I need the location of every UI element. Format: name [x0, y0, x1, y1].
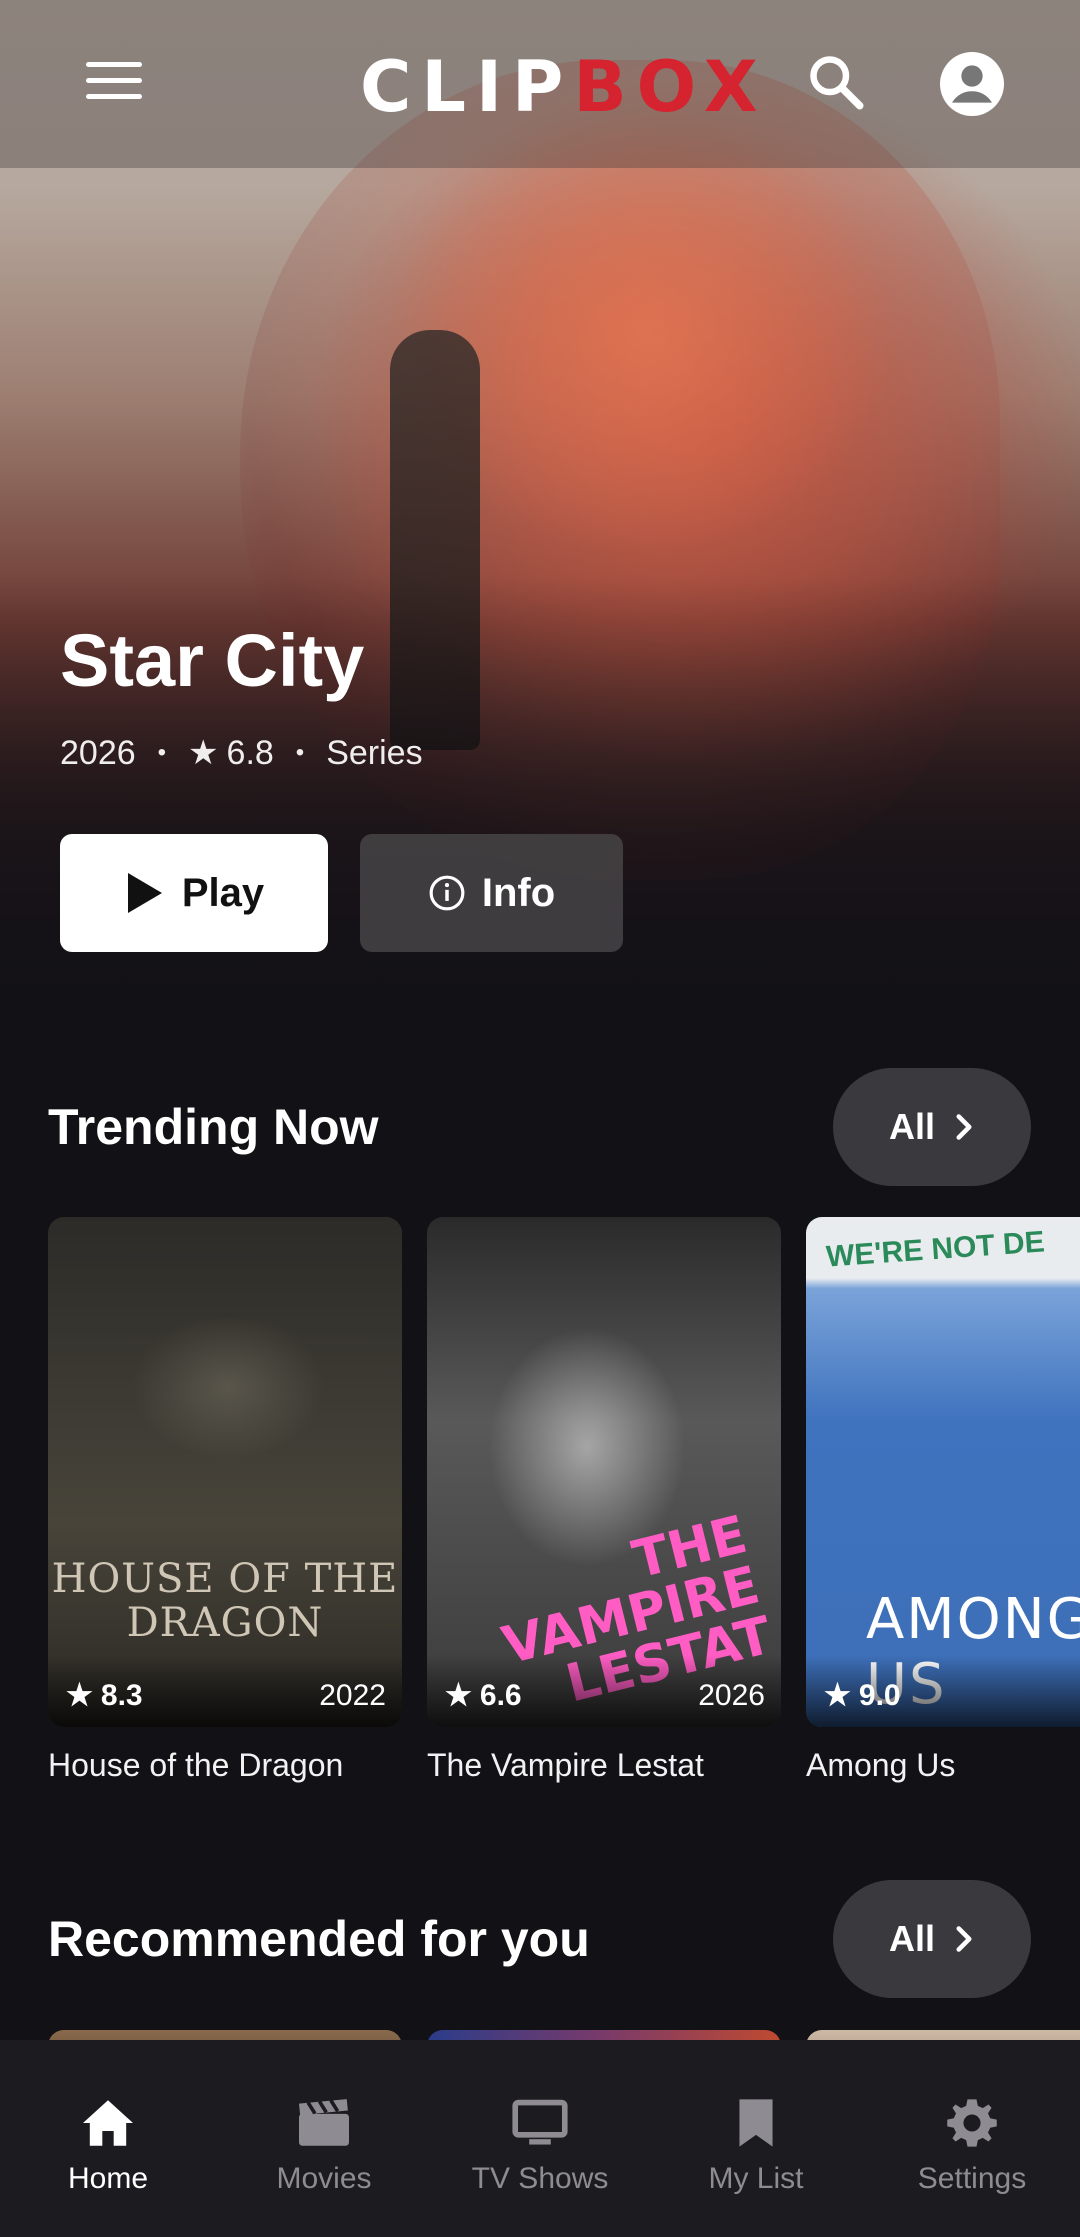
logo-text-clip: CLIP	[360, 46, 574, 128]
play-label: Play	[181, 870, 265, 915]
nav-label: My List	[708, 2162, 804, 2195]
poster-art-text: HOUSE OF THE	[51, 1556, 399, 1602]
nav-label: TV Shows	[471, 2162, 609, 2195]
trending-row[interactable]: HOUSE OF THE DRAGON ★ 8.3 2022 House of t…	[48, 1217, 1080, 1797]
rating-value: 6.6	[479, 1678, 522, 1712]
star-icon: ★	[188, 734, 219, 772]
nav-label: Settings	[917, 2162, 1027, 2195]
info-button[interactable]: Info	[360, 834, 623, 952]
hero-rating: ★ 6.8	[188, 733, 274, 773]
card-title: The Vampire Lestat	[427, 1747, 704, 1783]
poster-image: HOUSE OF THE DRAGON ★ 8.3 2022	[48, 1217, 402, 1727]
account-icon	[940, 52, 1004, 116]
chevron-right-icon	[956, 1114, 972, 1140]
all-label: All	[888, 1918, 935, 1959]
hamburger-icon-line	[86, 78, 142, 83]
poster-card[interactable]: WE'RE NOT DE AMONG US ★9.0 2 Among Us	[806, 1217, 1080, 1784]
trending-all-button[interactable]: All	[833, 1068, 1031, 1186]
hero-rating-value: 6.8	[226, 733, 274, 772]
hamburger-icon-line	[86, 62, 142, 67]
hamburger-icon-line	[86, 94, 142, 99]
info-label: Info	[481, 870, 556, 915]
nav-home[interactable]: Home	[0, 2040, 216, 2237]
recommended-section-title: Recommended for you	[48, 1911, 590, 1967]
card-year: 2022	[319, 1679, 386, 1712]
separator-dot: •	[157, 739, 167, 766]
play-icon	[127, 873, 162, 913]
trending-section-title: Trending Now	[48, 1099, 379, 1155]
menu-button[interactable]	[86, 62, 166, 118]
chevron-right-icon	[956, 1926, 972, 1952]
poster-card[interactable]: THE VAMPIRE LESTAT ★6.6 2026 The Vampire…	[427, 1217, 781, 1784]
home-icon	[83, 2100, 133, 2146]
rating-value: 8.3	[100, 1678, 143, 1712]
card-title: Among Us	[806, 1747, 956, 1783]
hero-type: Series	[326, 733, 423, 772]
card-year: 2026	[698, 1679, 765, 1712]
nav-label: Movies	[276, 2162, 372, 2195]
play-button[interactable]: Play	[60, 834, 328, 952]
rating-value: 9.0	[858, 1678, 901, 1712]
info-icon	[429, 875, 465, 911]
card-rating: ★ 9.0	[824, 1678, 901, 1713]
card-rating: ★ 6.6	[445, 1678, 522, 1713]
card-title: House of the Dragon	[48, 1747, 344, 1783]
recommended-all-button[interactable]: All	[833, 1880, 1031, 1998]
app-logo: CLIPBOX	[360, 46, 768, 136]
star-icon: ★	[66, 1679, 93, 1712]
star-icon: ★	[824, 1679, 851, 1712]
nav-tv-shows[interactable]: TV Shows	[432, 2040, 648, 2237]
poster-title-art: HOUSE OF THE DRAGON	[48, 1557, 402, 1645]
poster-card[interactable]: HOUSE OF THE DRAGON ★ 8.3 2022 House of t…	[48, 1217, 402, 1784]
logo-text-box: BOX	[573, 46, 768, 128]
separator-dot: •	[295, 739, 305, 766]
poster-image: THE VAMPIRE LESTAT ★6.6 2026	[427, 1217, 781, 1727]
bottom-navigation: Home Movies TV Shows My List Settings	[0, 2040, 1080, 2237]
poster-art-text: WE'RE NOT DE	[825, 1225, 1046, 1274]
nav-movies[interactable]: Movies	[216, 2040, 432, 2237]
nav-settings[interactable]: Settings	[864, 2040, 1080, 2237]
poster-image: WE'RE NOT DE AMONG US ★9.0 2	[806, 1217, 1080, 1727]
search-button[interactable]	[806, 52, 876, 122]
profile-button[interactable]	[940, 52, 1004, 116]
card-rating: ★ 8.3	[66, 1678, 143, 1713]
bookmark-icon	[739, 2099, 773, 2147]
tv-icon	[512, 2099, 568, 2145]
hero-title: Star City	[60, 619, 365, 702]
all-label: All	[888, 1106, 935, 1147]
clapperboard-icon	[299, 2099, 349, 2146]
hero-year: 2026	[60, 733, 136, 772]
poster-art-text: DRAGON	[126, 1600, 324, 1646]
star-icon: ★	[445, 1679, 472, 1712]
search-icon	[810, 56, 864, 110]
nav-label: Home	[67, 2162, 149, 2195]
hero-meta: 2026 • ★ 6.8 • Series	[60, 733, 423, 773]
gear-icon	[947, 2099, 997, 2147]
nav-my-list[interactable]: My List	[648, 2040, 864, 2237]
